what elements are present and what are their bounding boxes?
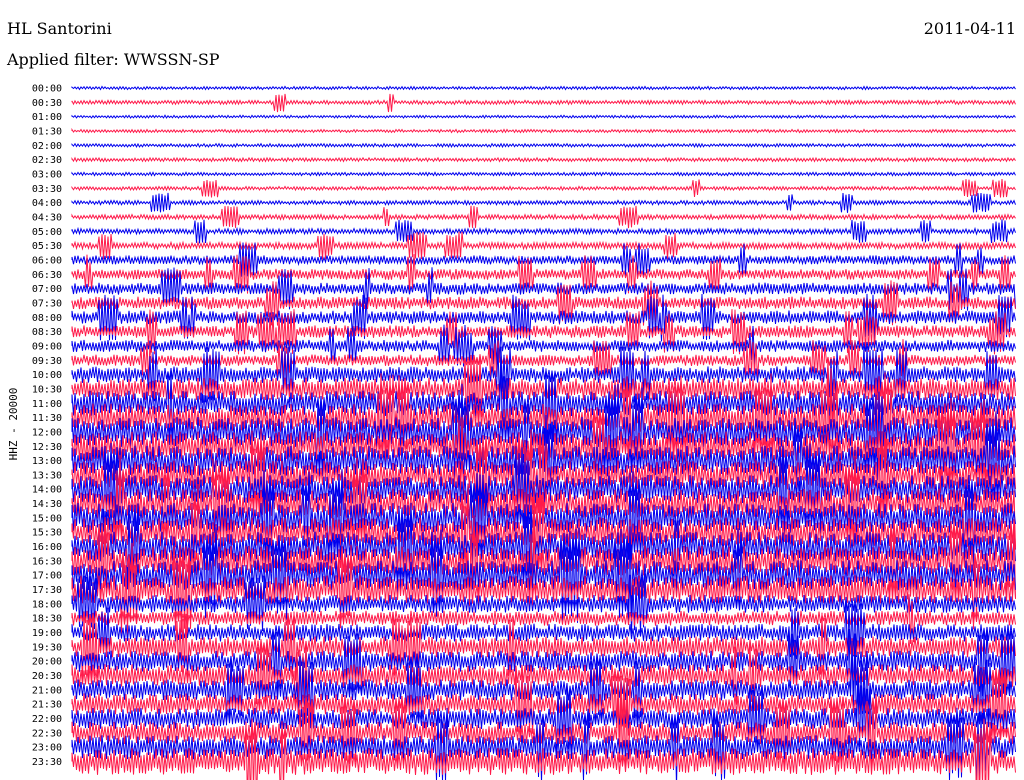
time-tick-label: 06:00 [32,256,62,267]
time-tick-label: 23:00 [32,743,62,754]
time-tick-label: 15:30 [32,528,62,539]
time-tick-label: 20:00 [32,657,62,668]
time-tick-label: 23:30 [32,757,62,768]
time-tick-label: 17:30 [32,585,62,596]
time-tick-label: 16:30 [32,556,62,567]
time-tick-label: 11:00 [32,399,62,410]
time-tick-label: 11:30 [32,413,62,424]
seismic-trace [71,205,1016,229]
time-tick-label: 08:00 [32,313,62,324]
time-tick-label: 20:30 [32,671,62,682]
time-tick-label: 10:00 [32,370,62,381]
time-tick-label: 03:00 [32,170,62,181]
time-tick-label: 02:00 [32,141,62,152]
time-tick-label: 13:30 [32,470,62,481]
time-axis: 00:00 00:30 01:00 01:30 02:00 02:30 03:00 03:30… [32,84,62,769]
time-tick-label: 13:00 [32,456,62,467]
time-tick-label: 04:30 [32,213,62,224]
helicorder-plot: 00:00 00:30 01:00 01:30 02:00 02:30 03:00 03:30… [7,84,1016,780]
time-tick-label: 00:30 [32,98,62,109]
time-tick-label: 07:30 [32,298,62,309]
time-tick-label: 04:00 [32,198,62,209]
time-tick-label: 02:30 [32,155,62,166]
time-tick-label: 19:30 [32,642,62,653]
seismic-trace [71,85,1016,91]
time-tick-label: 05:00 [32,227,62,238]
time-tick-label: 18:30 [32,614,62,625]
seismic-trace [71,127,1016,134]
trace-group [71,85,1016,780]
seismic-trace [71,156,1016,163]
time-tick-label: 21:30 [32,700,62,711]
seismic-trace [71,178,1016,198]
time-tick-label: 17:00 [32,571,62,582]
seismic-trace [71,114,1016,120]
time-tick-label: 05:30 [32,241,62,252]
time-tick-label: 08:30 [32,327,62,338]
seismic-trace [71,171,1016,177]
time-tick-label: 12:00 [32,427,62,438]
time-tick-label: 01:30 [32,127,62,138]
time-tick-label: 21:00 [32,685,62,696]
seismic-trace [71,219,1016,244]
time-tick-label: 16:00 [32,542,62,553]
time-tick-label: 09:00 [32,341,62,352]
time-tick-label: 09:30 [32,356,62,367]
time-tick-label: 22:00 [32,714,62,725]
time-tick-label: 14:00 [32,485,62,496]
time-tick-label: 03:30 [32,184,62,195]
seismic-trace [71,93,1016,113]
time-tick-label: 15:00 [32,513,62,524]
time-tick-label: 22:30 [32,728,62,739]
time-tick-label: 12:30 [32,442,62,453]
time-tick-label: 00:00 [32,84,62,95]
time-tick-label: 01:00 [32,112,62,123]
channel-label: HHZ - 20000 [7,388,20,461]
seismic-trace [71,142,1016,149]
seismic-trace [71,231,1016,260]
seismic-trace [71,192,1016,213]
time-tick-label: 07:00 [32,284,62,295]
time-tick-label: 10:30 [32,384,62,395]
time-tick-label: 14:30 [32,499,62,510]
time-tick-label: 06:30 [32,270,62,281]
time-tick-label: 19:00 [32,628,62,639]
time-tick-label: 18:00 [32,599,62,610]
